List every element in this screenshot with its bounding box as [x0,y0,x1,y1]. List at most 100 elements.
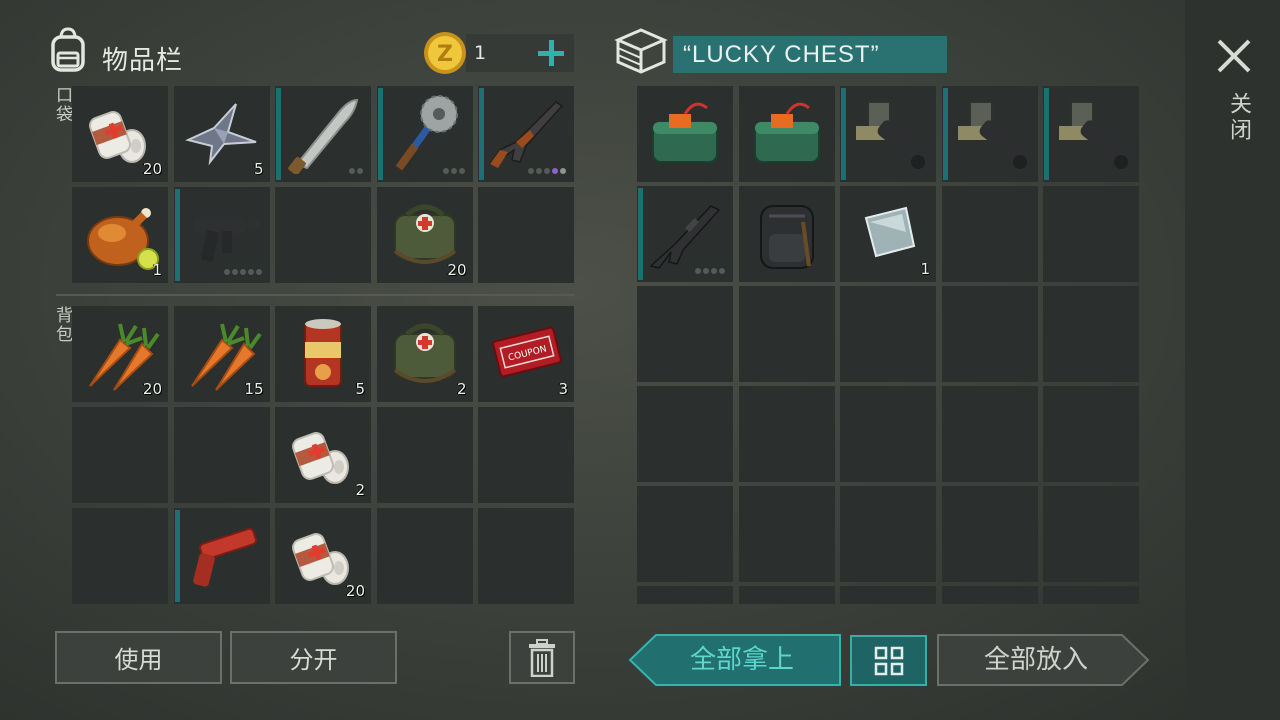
plus-icon [538,40,564,66]
roast-chicken-icon [87,208,159,270]
item-count: 20 [142,380,162,398]
chest-slot[interactable] [738,486,835,582]
chest-slot[interactable] [637,586,733,604]
chest-slot[interactable] [941,186,1038,282]
durability-bar [276,88,281,180]
chest-slot[interactable] [738,286,835,382]
upgrade-dot [450,168,457,174]
chest-slot[interactable] [840,386,936,482]
steel-plate-icon [864,206,916,258]
upgrade-dot [552,168,558,174]
put-all-button[interactable]: 全部放入 [936,633,1150,687]
coin-count: 1 [474,42,487,64]
chest-slot[interactable] [738,186,835,282]
minigun-icon [856,101,925,169]
pocket-slot[interactable]: 5 [173,86,270,182]
chest-slot[interactable] [637,386,733,482]
machete-icon [288,98,359,174]
upgrade-dot [560,168,566,174]
chest-slot[interactable]: 1 [840,186,936,282]
pocket-slot[interactable] [173,187,270,283]
pocket-slot[interactable] [275,187,371,283]
backpack-slot[interactable]: 2 [275,407,371,503]
backpack-slot[interactable]: COUPON 3 [478,306,574,402]
backpack-slot[interactable] [72,407,168,503]
backpack-slot[interactable]: 15 [173,306,270,402]
backpack-slot[interactable] [173,508,270,604]
chest-slot[interactable] [1043,86,1139,182]
item-count: 3 [558,380,568,398]
chest-slot[interactable] [1043,586,1139,604]
chest-slot[interactable] [637,86,733,182]
durability-bar [1044,88,1049,180]
coupon-icon: COUPON [492,326,562,378]
chest-slot[interactable] [840,586,936,604]
upgrade-dot [223,269,230,275]
backpack-slot[interactable] [72,508,168,604]
take-all-button[interactable]: 全部拿上 [628,633,842,687]
upgrade-dots [695,268,725,274]
ak47-icon [489,101,564,168]
pocket-slot[interactable] [275,86,371,182]
backpack-slot[interactable] [376,508,473,604]
chest-slot[interactable] [941,386,1038,482]
pocket-slot[interactable] [376,86,473,182]
chest-slot[interactable] [941,86,1038,182]
chest-slot[interactable] [637,186,733,282]
pocket-slot[interactable]: 20 [376,187,473,283]
chest-slot[interactable] [840,486,936,582]
upgrade-dot [247,269,254,275]
backpack-slot[interactable] [173,407,270,503]
tactical-backpack-icon [759,205,814,269]
close-label[interactable]: 关闭 [1222,92,1254,144]
section-divider [56,294,575,296]
chest-slot[interactable] [840,86,936,182]
backpack-slot[interactable] [478,407,574,503]
chest-slot[interactable] [1043,186,1139,282]
upgrade-dot [711,268,717,274]
chest-slot[interactable] [738,586,835,604]
pocket-slot[interactable]: 1 [72,187,168,283]
chest-slot[interactable] [941,286,1038,382]
split-button[interactable]: 分开 [230,631,397,684]
backpack-slot[interactable]: 5 [275,306,371,402]
chest-slot[interactable] [738,86,835,182]
chest-slot[interactable] [637,486,733,582]
c4-explosive-icon [753,102,820,163]
pocket-slot[interactable] [478,86,574,182]
chest-slot[interactable] [1043,286,1139,382]
pocket-slot[interactable] [478,187,574,283]
backpack-icon [44,26,92,74]
chest-slot[interactable] [941,486,1038,582]
minigun-icon [957,101,1027,169]
chest-slot[interactable] [1043,486,1139,582]
upgrade-dot [544,168,550,174]
uzi-icon [193,217,260,262]
upgrade-dot [239,269,246,275]
durability-bar [479,88,484,180]
item-count: 5 [355,380,365,398]
chest-slot[interactable] [941,586,1038,604]
chest-slot[interactable] [738,386,835,482]
upgrade-dot [528,168,534,174]
durability-bar [638,188,643,280]
backpack-slot[interactable] [376,407,473,503]
backpack-slot[interactable]: 2 [376,306,473,402]
chest-slot[interactable] [1043,386,1139,482]
upgrade-dot [458,168,465,174]
backpack-slot[interactable]: 20 [275,508,371,604]
pocket-slot[interactable]: 20 [72,86,168,182]
chest-slot[interactable] [840,286,936,382]
upgrade-dot [695,268,701,274]
use-button[interactable]: 使用 [55,631,222,684]
item-count: 15 [244,380,264,398]
item-count: 2 [355,481,365,499]
add-coins-button[interactable] [534,36,568,70]
chest-icon [614,26,668,76]
backpack-slot[interactable]: 20 [72,306,168,402]
sort-button[interactable] [850,635,927,686]
close-button[interactable] [1214,36,1254,76]
chest-slot[interactable] [637,286,733,382]
trash-button[interactable] [509,631,575,684]
backpack-slot[interactable] [478,508,574,604]
